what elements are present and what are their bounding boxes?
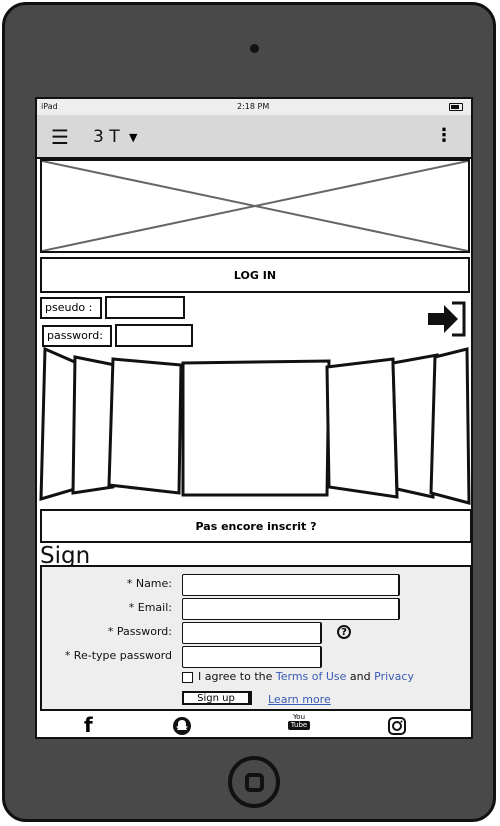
email-input[interactable] (182, 598, 400, 620)
carrier-label: iPad (41, 102, 58, 111)
pseudo-input[interactable] (105, 296, 185, 319)
hero-image-placeholder (40, 159, 470, 253)
youtube-tube: Tube (288, 721, 310, 730)
youtube-icon[interactable]: You Tube (288, 713, 310, 730)
signup-button[interactable]: Sign up (182, 691, 252, 705)
home-button[interactable] (228, 756, 280, 808)
not-registered-button[interactable]: Pas encore inscrit ? (40, 509, 471, 543)
hamburger-icon[interactable]: ☰ (51, 125, 69, 149)
learn-more-link[interactable]: Learn more (268, 693, 331, 706)
login-header: LOG IN (40, 257, 470, 293)
screen: iPad 2:18 PM ☰ 3 T ▼ ⋮ LOG IN pseudo : p… (35, 97, 473, 739)
signup-form: * Name: * Email: * Password: ? * Re-type… (40, 565, 471, 711)
retype-password-label: * Re-type password (64, 649, 172, 662)
password-input[interactable] (115, 324, 193, 347)
login-arrow-icon[interactable] (426, 301, 468, 341)
pseudo-label: pseudo : (40, 297, 102, 319)
agree-text: I agree to the Terms of Use and Privacy (198, 670, 414, 683)
battery-icon (449, 103, 463, 111)
carousel[interactable] (37, 347, 473, 507)
retype-password-input[interactable] (182, 646, 322, 668)
app-title[interactable]: 3 T (93, 127, 120, 147)
agree-prefix: I agree to the (198, 670, 276, 683)
kebab-icon[interactable]: ⋮ (435, 125, 453, 146)
agree-checkbox[interactable] (182, 672, 193, 683)
password-input[interactable] (182, 622, 322, 644)
app-bar: ☰ 3 T ▼ ⋮ (37, 115, 471, 159)
clock: 2:18 PM (237, 102, 270, 111)
email-label: * Email: (128, 601, 172, 614)
name-label: * Name: (126, 577, 172, 590)
tablet-frame: iPad 2:18 PM ☰ 3 T ▼ ⋮ LOG IN pseudo : p… (2, 2, 496, 822)
status-bar: iPad 2:18 PM (37, 99, 471, 115)
password-label: * Password: (107, 625, 172, 638)
youtube-you: You (292, 713, 306, 721)
camera-dot (250, 44, 259, 53)
placeholder-cross (42, 161, 468, 251)
agree-mid: and (346, 670, 375, 683)
privacy-link[interactable]: Privacy (374, 670, 414, 683)
not-registered-label: Pas encore inscrit ? (195, 519, 317, 533)
name-input[interactable] (182, 574, 400, 596)
snapchat-icon[interactable] (172, 716, 192, 736)
instagram-icon[interactable] (387, 716, 407, 736)
password-label: password: (42, 325, 112, 347)
dropdown-caret-icon[interactable]: ▼ (129, 131, 137, 144)
facebook-icon[interactable]: f (84, 713, 93, 737)
help-icon[interactable]: ? (337, 625, 351, 639)
login-title: LOG IN (233, 268, 277, 282)
home-button-inner (245, 773, 264, 792)
terms-link[interactable]: Terms of Use (276, 670, 347, 683)
social-bar: f You Tube (40, 713, 471, 737)
